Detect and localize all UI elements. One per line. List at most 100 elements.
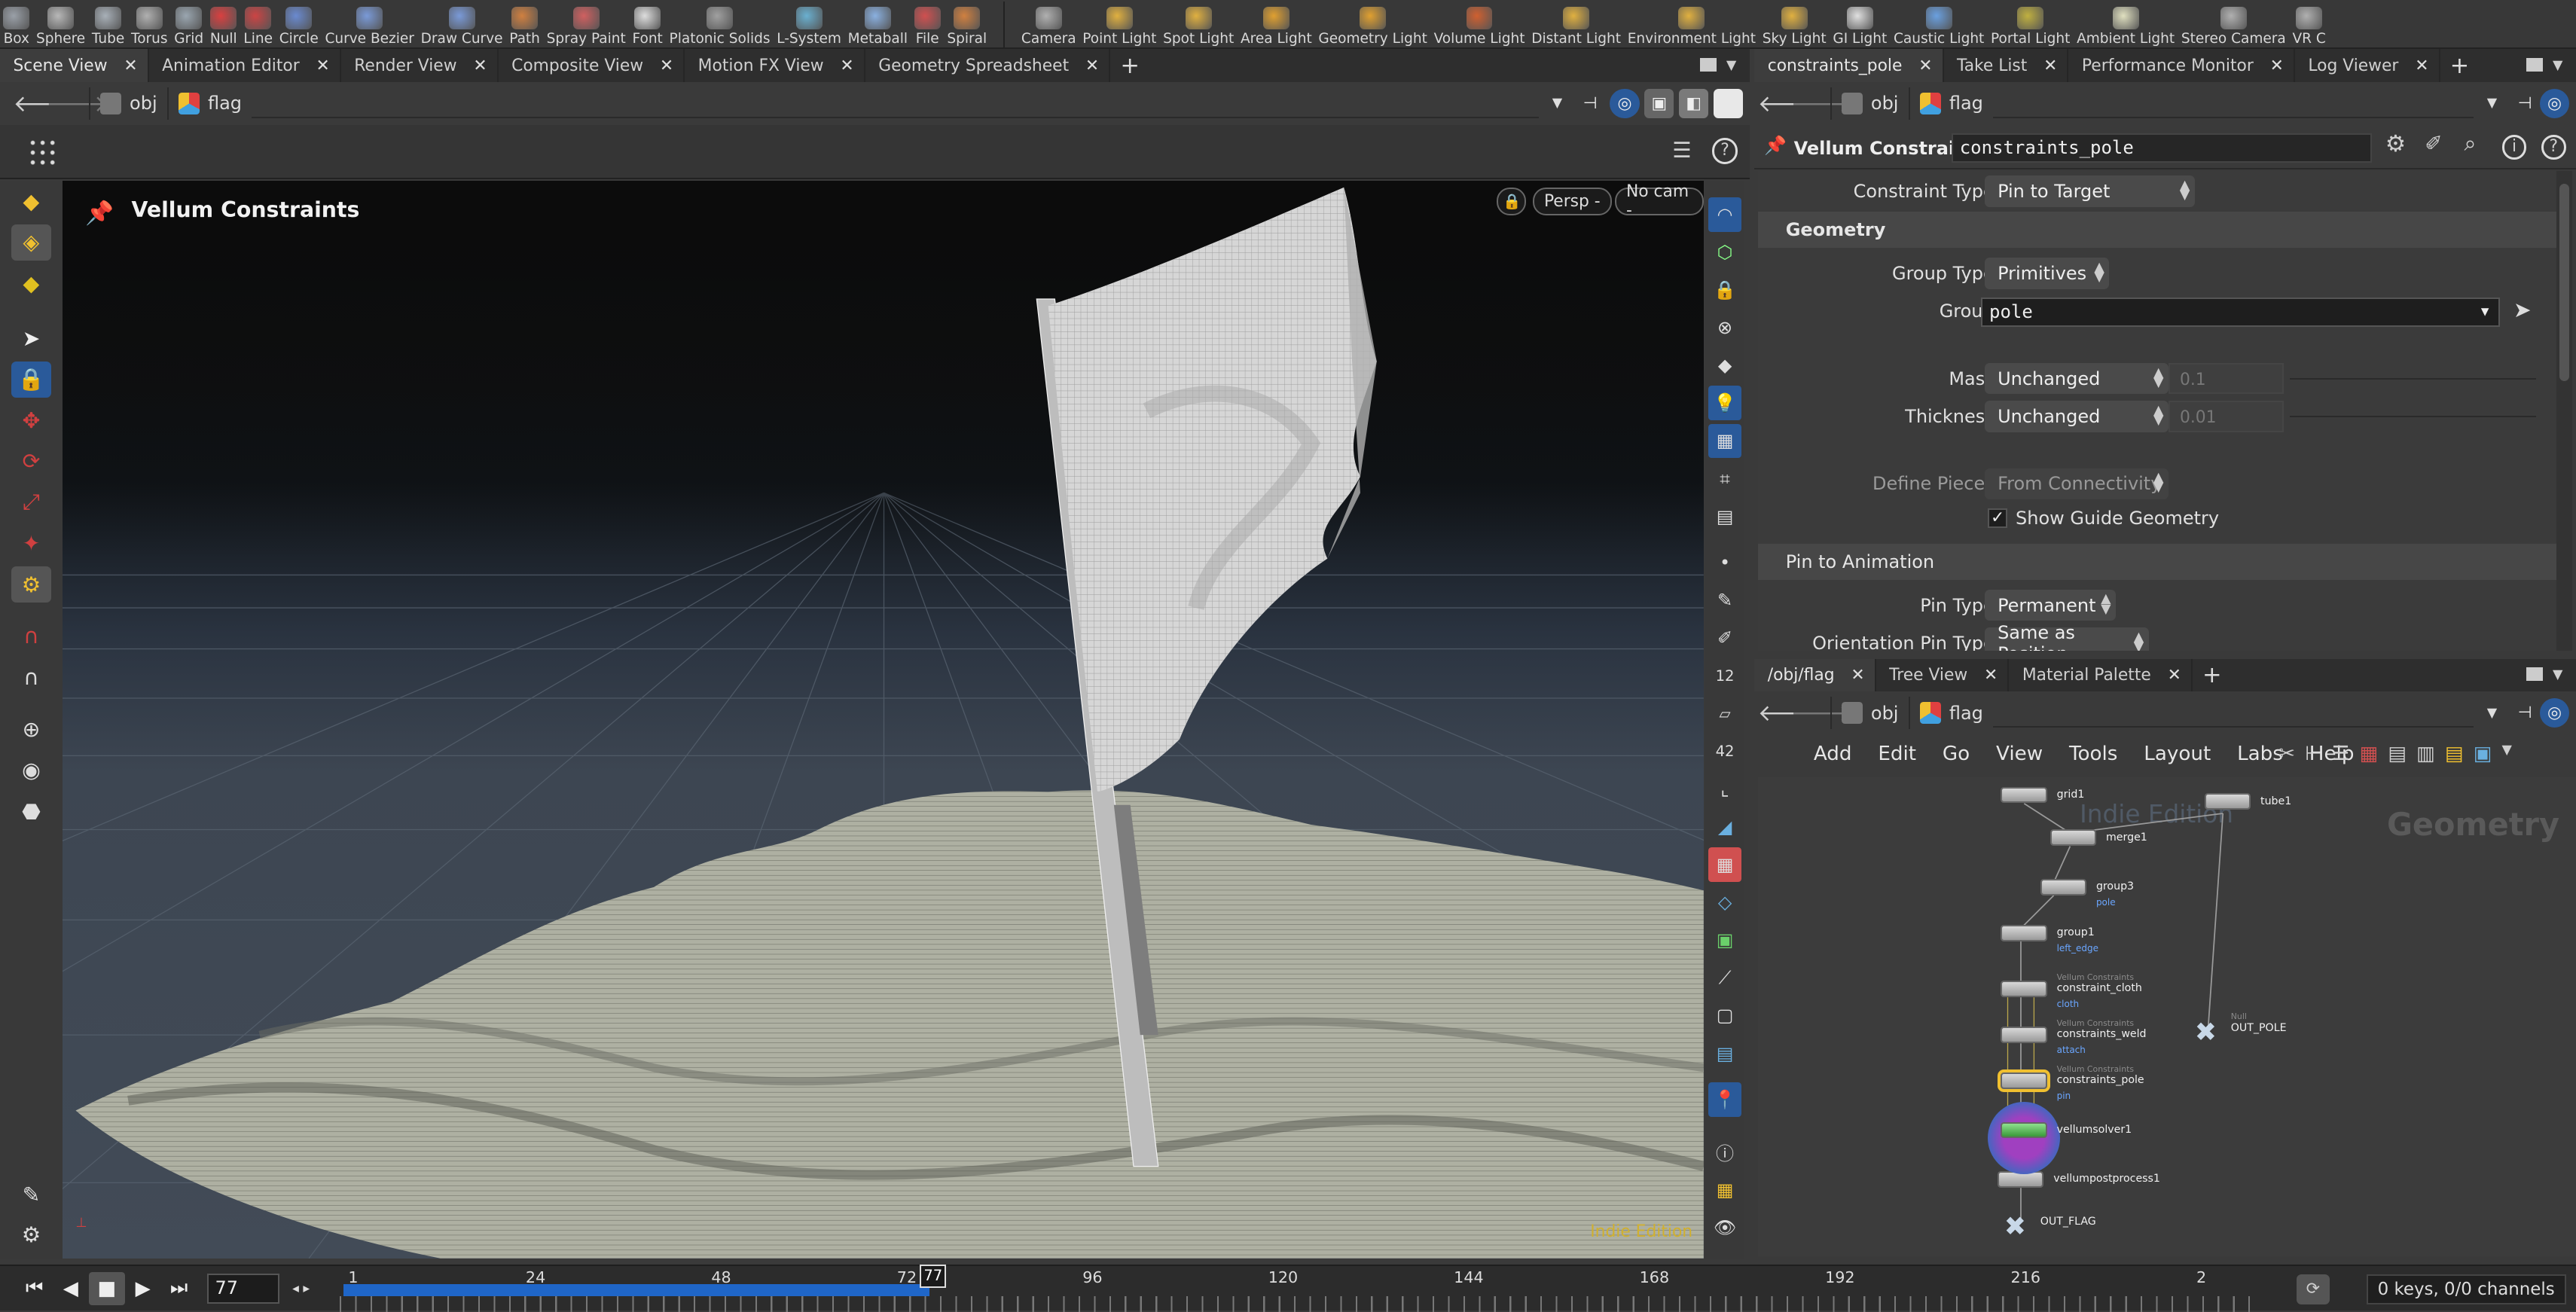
close-icon[interactable]: ✕ <box>1851 666 1864 685</box>
view-eye-icon[interactable]: 👁 <box>1708 1210 1741 1245</box>
thickness-value-field[interactable]: 0.01 <box>2168 401 2284 432</box>
shelf-tool-sky-light[interactable]: Sky Light <box>1759 6 1830 48</box>
tab-material-palette[interactable]: Material Palette ✕ <box>2009 658 2193 692</box>
current-frame-marker[interactable]: 77 <box>920 1265 947 1288</box>
brush-icon[interactable]: ✎ <box>1708 583 1741 618</box>
network-node-constraint_cloth[interactable] <box>2001 981 2047 997</box>
pin-type-dropdown[interactable]: Permanent ▲ ▼ <box>1984 589 2117 621</box>
link-icon[interactable]: ◎ <box>1610 88 1640 119</box>
texture-icon[interactable]: ⌗ <box>1708 462 1741 496</box>
show-guide-row[interactable]: ✓ Show Guide Geometry <box>1987 502 2219 533</box>
pen-icon[interactable]: ✐ <box>1708 621 1741 655</box>
step-back-icon[interactable]: ◀ <box>53 1272 89 1305</box>
shelf-tool-geometry-light[interactable]: Geometry Light <box>1315 6 1430 48</box>
help-icon[interactable]: ? <box>1711 138 1738 165</box>
magnet-icon[interactable]: ∩ <box>11 618 50 654</box>
menu-go[interactable]: Go <box>1929 743 1982 765</box>
shelf-tool-spiral[interactable]: Spiral <box>944 6 990 48</box>
network-node-group1[interactable] <box>2001 924 2047 941</box>
add-tab-button[interactable]: + <box>2202 662 2222 688</box>
shelf-tool-portal-light[interactable]: Portal Light <box>1988 6 2074 48</box>
scale-tool-icon[interactable]: ⤢ <box>11 484 50 520</box>
lighting-icon[interactable]: 💡 <box>1708 386 1741 421</box>
pane-maximize-icon[interactable] <box>1700 58 1717 72</box>
close-icon[interactable]: ✕ <box>316 56 329 75</box>
camera-tool-icon[interactable]: ◉ <box>11 752 50 789</box>
shelf-tool-path[interactable]: Path <box>506 6 543 48</box>
mass-value-field[interactable]: 0.1 <box>2168 362 2284 395</box>
shelf-tool-l-system[interactable]: L-System <box>774 6 844 48</box>
group-type-dropdown[interactable]: Primitives ▲ ▼ <box>1984 258 2110 289</box>
gear-icon[interactable]: ⚙ <box>2385 131 2406 157</box>
close-icon[interactable]: ✕ <box>2415 56 2428 75</box>
lock-tool-icon[interactable]: 🔒 <box>11 361 51 398</box>
close-icon[interactable]: ✕ <box>1918 56 1932 75</box>
tab-motion-fx-view[interactable]: Motion FX View ✕ <box>685 49 865 83</box>
select-tool-icon[interactable]: ◈ <box>11 224 51 261</box>
shelf-tool-spray-paint[interactable]: Spray Paint <box>543 6 629 48</box>
shelf-tool-line[interactable]: Line <box>240 6 276 48</box>
close-icon[interactable]: ✕ <box>660 56 673 75</box>
snapshot-icon[interactable]: ▣ <box>1644 88 1674 119</box>
pin-icon[interactable]: ⊣ <box>1576 89 1605 118</box>
view-tool-icon[interactable]: ⊕ <box>11 711 50 747</box>
close-icon[interactable]: ✕ <box>2168 666 2181 685</box>
network-node-constraints_weld[interactable] <box>2001 1027 2047 1043</box>
tab-constraints-pole[interactable]: constraints_pole ✕ <box>1754 49 1944 83</box>
network-node-out_pole[interactable]: ✖ <box>2195 1020 2224 1046</box>
current-frame-field[interactable]: 77 <box>206 1274 279 1304</box>
mass-mode-dropdown[interactable]: Unchanged ▲ ▼ <box>1984 362 2169 395</box>
background-icon[interactable]: ▤ <box>1708 499 1741 534</box>
jump-end-icon[interactable]: ⏭ <box>161 1272 197 1305</box>
tab-take-list[interactable]: Take List ✕ <box>1944 49 2069 83</box>
rotate-tool-icon[interactable]: ⟳ <box>11 444 50 480</box>
node-name-field[interactable]: constraints_pole <box>1952 133 2373 163</box>
shelf-tool-curve-bezier[interactable]: Curve Bezier <box>322 6 417 48</box>
tab--obj-flag[interactable]: /obj/flag ✕ <box>1754 658 1876 692</box>
camera-menu[interactable]: No cam - <box>1614 182 1704 220</box>
pin-marker-icon[interactable]: 📍 <box>1708 1082 1741 1117</box>
stop-icon[interactable]: ■ <box>88 1272 125 1305</box>
geometry-section-header[interactable]: Geometry <box>1757 212 2556 249</box>
network-node-tube1[interactable] <box>2204 793 2251 810</box>
define-pieces-dropdown[interactable]: From Connectivity ▲ ▼ <box>1984 468 2169 499</box>
jump-start-icon[interactable]: ⏮ <box>17 1272 53 1305</box>
shelf-tool-null[interactable]: Null <box>206 6 240 48</box>
back-arrow-icon[interactable]: 🡐 <box>13 90 75 117</box>
shelf-tool-torus[interactable]: Torus <box>128 6 171 48</box>
link-icon[interactable]: ◎ <box>2539 88 2570 119</box>
group-select-arrow-icon[interactable]: ➤ <box>2513 297 2532 322</box>
search-icon[interactable]: ⌕ <box>2464 131 2476 157</box>
dropdown-icon[interactable]: ▼ <box>2501 743 2511 765</box>
geometry-display-icon[interactable]: ▣ <box>1708 923 1741 957</box>
handle-tool-icon[interactable]: ◆ <box>11 183 50 219</box>
shelf-tool-draw-curve[interactable]: Draw Curve <box>417 6 506 48</box>
forward-arrow-icon[interactable]: 🡒 <box>1790 90 1852 117</box>
layout-icon[interactable]: ▤ <box>2388 743 2407 765</box>
network-node-merge1[interactable] <box>2050 829 2096 847</box>
params-scrollbar[interactable] <box>2556 170 2573 651</box>
shelf-tool-grid[interactable]: Grid <box>171 6 207 48</box>
close-icon[interactable]: ✕ <box>1085 56 1099 75</box>
lock-icon[interactable]: 🔒 <box>1708 273 1741 307</box>
snapshot-icon[interactable]: ▤ <box>1708 1036 1741 1071</box>
connect-icon[interactable]: ⟋ <box>1708 960 1741 995</box>
path-dropdown-icon[interactable]: ▼ <box>2487 96 2497 111</box>
tab-geometry-spreadsheet[interactable]: Geometry Spreadsheet ✕ <box>865 49 1111 83</box>
magnet-alt-icon[interactable]: ∩ <box>11 659 50 695</box>
menu-view[interactable]: View <box>1983 743 2056 765</box>
shelf-tool-file[interactable]: File <box>911 6 944 48</box>
network-node-grid1[interactable] <box>2001 786 2047 804</box>
pose-tool-icon[interactable]: ✦ <box>11 526 50 562</box>
tab-log-viewer[interactable]: Log Viewer ✕ <box>2295 49 2440 83</box>
group-field[interactable]: pole ▼ <box>1981 297 2501 327</box>
grid-dots-icon[interactable] <box>28 138 58 168</box>
close-icon[interactable]: ✕ <box>1984 666 1998 685</box>
thickness-slider[interactable] <box>2290 415 2537 417</box>
tab-scene-view[interactable]: Scene View ✕ <box>0 49 149 83</box>
close-icon[interactable]: ✕ <box>2043 56 2057 75</box>
shelf-tool-volume-light[interactable]: Volume Light <box>1430 6 1528 48</box>
params-scroll-thumb[interactable] <box>2559 184 2570 381</box>
pane-menu-icon[interactable]: ▼ <box>2553 58 2562 73</box>
network-node-out_flag[interactable]: ✖ <box>2004 1213 2034 1240</box>
